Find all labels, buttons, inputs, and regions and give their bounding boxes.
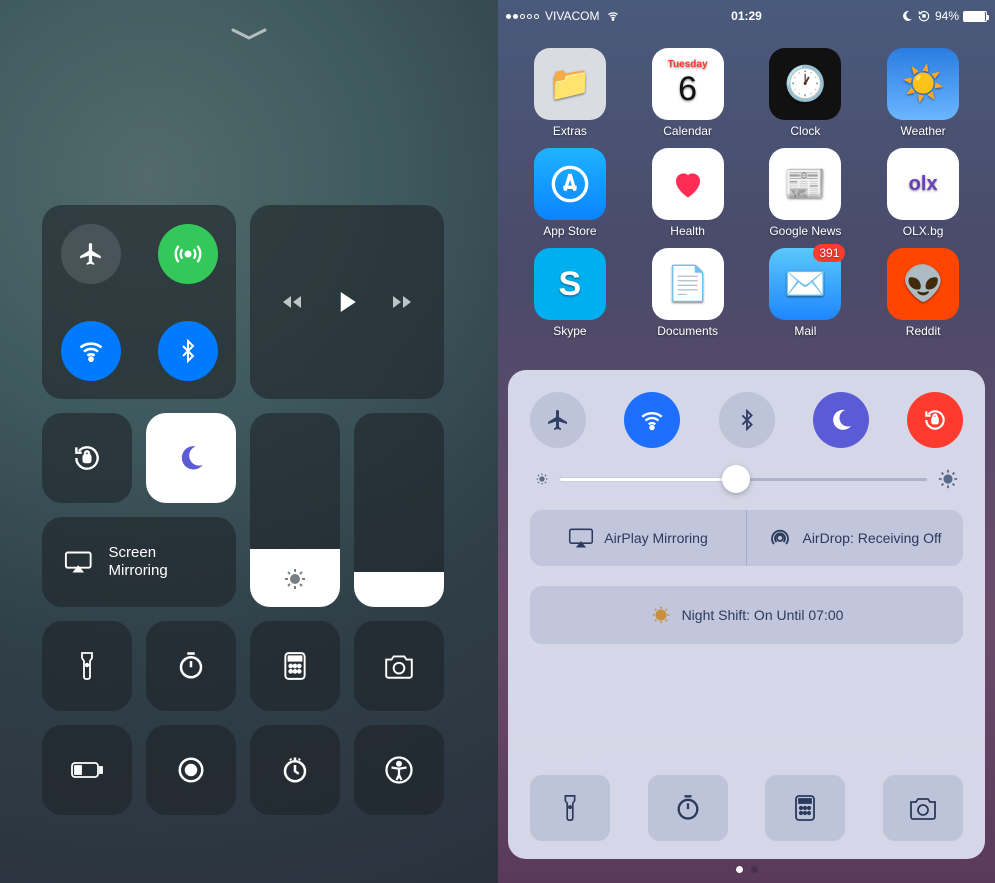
- app-health[interactable]: Health: [632, 148, 744, 238]
- bluetooth-toggle[interactable]: [719, 392, 775, 448]
- connectivity-card[interactable]: [42, 205, 236, 399]
- home-apps: 📁Extras Tuesday6Calendar 🕐Clock ☀️Weathe…: [498, 48, 995, 338]
- airplane-toggle[interactable]: [61, 224, 121, 284]
- app-clock[interactable]: 🕐Clock: [750, 48, 862, 138]
- orientation-lock-toggle[interactable]: [907, 392, 963, 448]
- volume-slider[interactable]: [354, 413, 444, 607]
- app-googlenews[interactable]: 📰Google News: [750, 148, 862, 238]
- rewind-icon[interactable]: [280, 290, 304, 314]
- airdrop-icon: [768, 526, 792, 550]
- screen-mirroring-icon: [64, 550, 93, 574]
- app-reddit[interactable]: 👽Reddit: [867, 248, 979, 338]
- night-shift-label: Night Shift: On Until 07:00: [682, 607, 844, 623]
- app-mail[interactable]: ✉️391Mail: [750, 248, 862, 338]
- accessibility-button[interactable]: [354, 725, 444, 815]
- app-olx[interactable]: olxOLX.bg: [867, 148, 979, 238]
- ios10-control-center: VIVACOM 01:29 94% 📁Extras Tuesday6Calend…: [498, 0, 995, 883]
- carrier-label: VIVACOM: [545, 9, 599, 23]
- screen-record-button[interactable]: [146, 725, 236, 815]
- bluetooth-toggle[interactable]: [158, 321, 218, 381]
- calculator-button[interactable]: [765, 775, 845, 841]
- ios11-control-center: Screen Mirroring: [0, 0, 498, 883]
- media-card[interactable]: [250, 205, 444, 399]
- airdrop-button[interactable]: AirDrop: Receiving Off: [746, 510, 963, 566]
- night-shift-button[interactable]: Night Shift: On Until 07:00: [530, 586, 963, 644]
- dnd-toggle[interactable]: [146, 413, 236, 503]
- status-bar: VIVACOM 01:29 94%: [498, 6, 995, 26]
- dnd-icon: [901, 10, 913, 22]
- clock-label: 01:29: [731, 9, 762, 23]
- brightness-icon: [283, 567, 307, 591]
- flashlight-button[interactable]: [42, 621, 132, 711]
- page-indicator[interactable]: [736, 866, 758, 873]
- low-power-button[interactable]: [42, 725, 132, 815]
- timer-button[interactable]: [648, 775, 728, 841]
- play-icon[interactable]: [332, 287, 362, 317]
- orientation-lock-toggle[interactable]: [42, 413, 132, 503]
- airplay-icon: [568, 527, 594, 549]
- app-appstore[interactable]: App Store: [514, 148, 626, 238]
- volume-icon: [388, 569, 410, 591]
- airplay-airdrop-row: AirPlay Mirroring AirDrop: Receiving Off: [530, 510, 963, 566]
- camera-button[interactable]: [883, 775, 963, 841]
- battery-icon: [963, 11, 987, 22]
- brightness-slider[interactable]: [530, 468, 963, 490]
- brightness-slider[interactable]: [250, 413, 340, 607]
- control-panel: AirPlay Mirroring AirDrop: Receiving Off…: [508, 370, 985, 859]
- screen-mirroring-label: Screen Mirroring: [109, 544, 214, 580]
- controls-grid: Screen Mirroring: [42, 205, 456, 815]
- app-weather[interactable]: ☀️Weather: [867, 48, 979, 138]
- clock-button[interactable]: [250, 725, 340, 815]
- battery-pct: 94%: [935, 9, 959, 23]
- timer-button[interactable]: [146, 621, 236, 711]
- calculator-button[interactable]: [250, 621, 340, 711]
- brightness-high-icon: [937, 468, 959, 490]
- forward-icon[interactable]: [390, 290, 414, 314]
- app-extras[interactable]: 📁Extras: [514, 48, 626, 138]
- cellular-toggle[interactable]: [158, 224, 218, 284]
- app-calendar[interactable]: Tuesday6Calendar: [632, 48, 744, 138]
- brightness-low-icon: [534, 471, 550, 487]
- wifi-icon: [605, 10, 621, 22]
- dnd-toggle[interactable]: [813, 392, 869, 448]
- wifi-toggle[interactable]: [61, 321, 121, 381]
- app-skype[interactable]: SSkype: [514, 248, 626, 338]
- shortcut-row: [530, 775, 963, 841]
- flashlight-button[interactable]: [530, 775, 610, 841]
- dismiss-chevron-icon[interactable]: [231, 28, 267, 42]
- airplay-button[interactable]: AirPlay Mirroring: [530, 510, 746, 566]
- orientation-lock-icon: [917, 9, 931, 23]
- night-shift-icon: [650, 604, 672, 626]
- camera-button[interactable]: [354, 621, 444, 711]
- wifi-toggle[interactable]: [624, 392, 680, 448]
- screen-mirroring-button[interactable]: Screen Mirroring: [42, 517, 236, 607]
- toggle-row: [530, 392, 963, 448]
- airplane-toggle[interactable]: [530, 392, 586, 448]
- airdrop-label: AirDrop: Receiving Off: [802, 530, 941, 546]
- airplay-label: AirPlay Mirroring: [604, 530, 707, 546]
- signal-icon: [506, 14, 539, 19]
- app-documents[interactable]: 📄Documents: [632, 248, 744, 338]
